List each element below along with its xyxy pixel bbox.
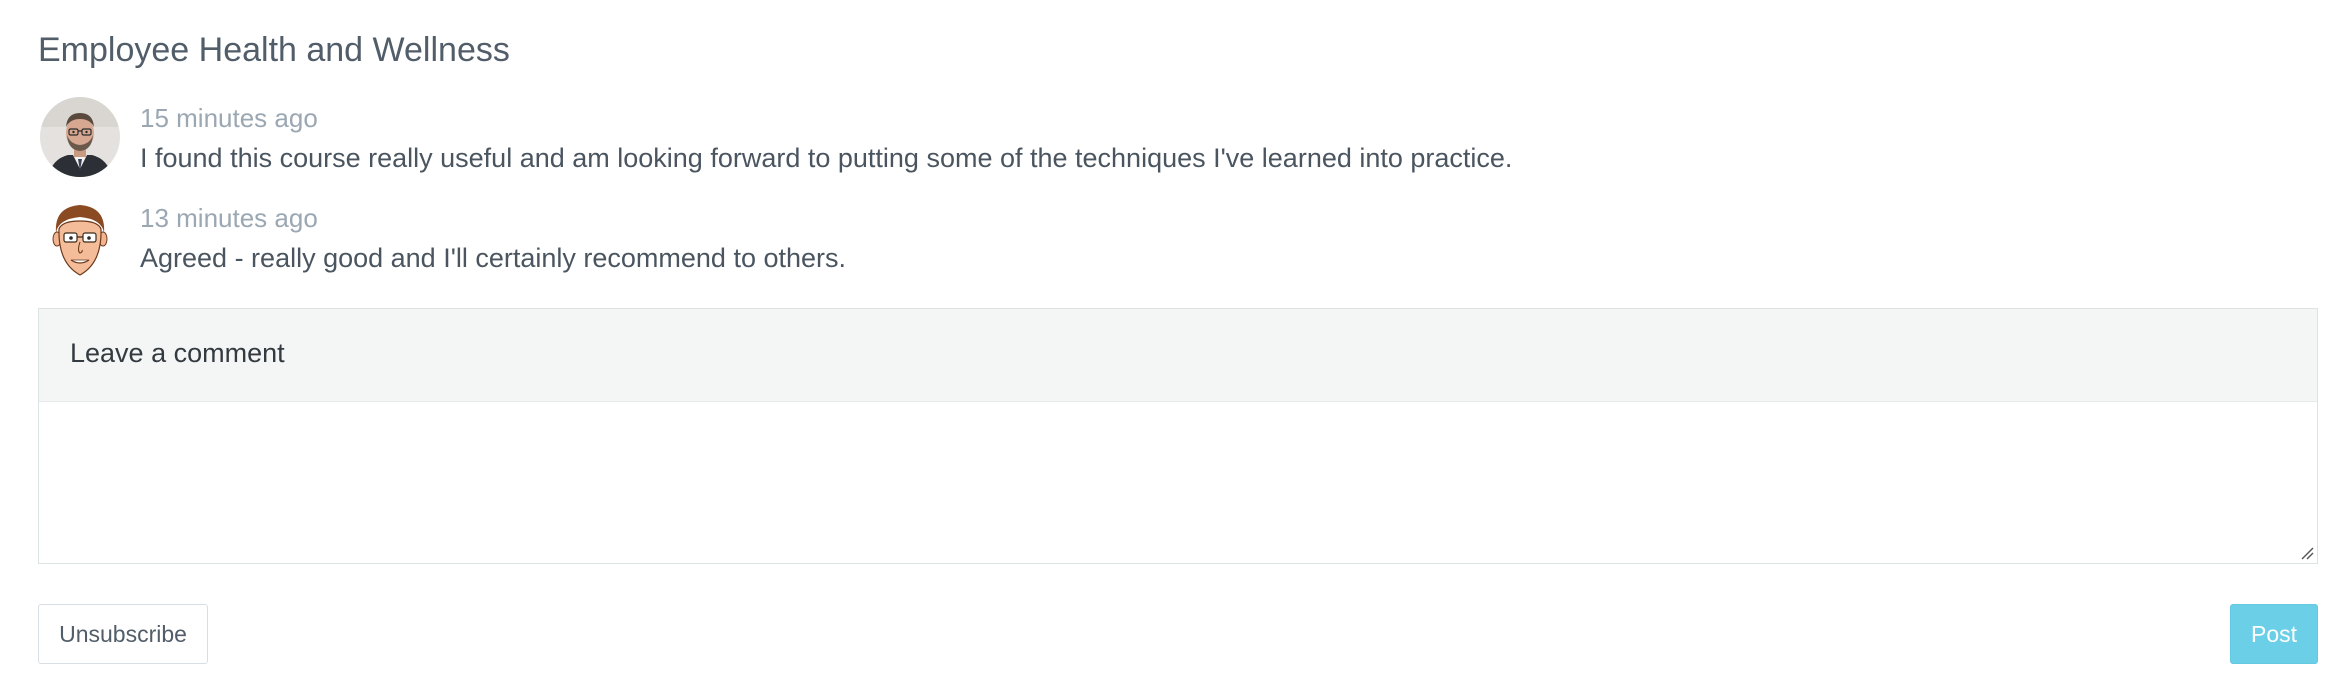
comment-item: 15 minutes ago I found this course reall… [38, 97, 2318, 181]
comment-text: I found this course really useful and am… [140, 143, 1513, 173]
comment-timestamp: 15 minutes ago [140, 103, 318, 133]
avatar [40, 97, 120, 177]
unsubscribe-button[interactable]: Unsubscribe [38, 604, 208, 664]
cartoon-face-avatar-icon [40, 197, 120, 277]
comment-textarea[interactable] [39, 402, 2317, 563]
page-title: Employee Health and Wellness [38, 31, 510, 69]
comment-text: Agreed - really good and I'll certainly … [140, 243, 847, 273]
avatar [40, 197, 120, 277]
resize-handle-icon[interactable] [2300, 546, 2314, 560]
comment-timestamp: 13 minutes ago [140, 203, 318, 233]
post-button[interactable]: Post [2230, 604, 2318, 664]
comment-form-header: Leave a comment [39, 309, 2317, 402]
comment-form-label: Leave a comment [70, 338, 285, 368]
user-photo-avatar-icon [40, 97, 120, 177]
comment-item: 13 minutes ago Agreed - really good and … [38, 197, 2318, 281]
comment-form: Leave a comment [38, 308, 2318, 564]
